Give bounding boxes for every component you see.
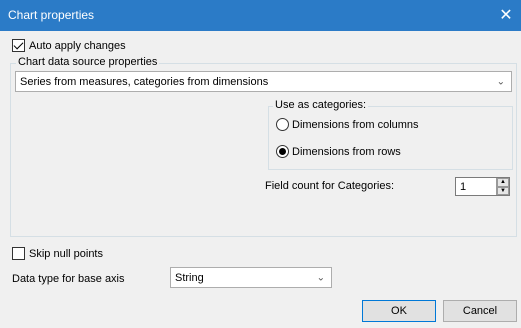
auto-apply-label: Auto apply changes bbox=[29, 39, 126, 52]
radio-circle[interactable] bbox=[276, 118, 289, 131]
radio-circle[interactable] bbox=[276, 145, 289, 158]
base-axis-label: Data type for base axis bbox=[12, 273, 125, 285]
close-icon[interactable]: ✕ bbox=[491, 0, 521, 31]
use-as-categories-group bbox=[268, 106, 513, 170]
field-count-value[interactable]: 1 bbox=[456, 181, 496, 193]
chevron-down-icon: ⌄ bbox=[496, 76, 505, 87]
spin-up-icon[interactable]: ▲ bbox=[497, 178, 509, 187]
auto-apply-checkbox[interactable]: Auto apply changes bbox=[12, 39, 126, 52]
base-axis-select[interactable]: String ⌄ bbox=[170, 267, 332, 288]
spinner-buttons[interactable]: ▲ ▼ bbox=[496, 178, 509, 195]
skip-null-label: Skip null points bbox=[29, 247, 103, 260]
title-bar: Chart properties ✕ bbox=[0, 0, 521, 31]
radio-label-rows: Dimensions from rows bbox=[292, 145, 401, 158]
radio-label-columns: Dimensions from columns bbox=[292, 118, 419, 131]
window-title: Chart properties bbox=[8, 8, 95, 22]
radio-dimensions-from-columns[interactable]: Dimensions from columns bbox=[276, 118, 419, 131]
ok-button[interactable]: OK bbox=[362, 300, 436, 322]
skip-null-checkbox[interactable]: Skip null points bbox=[12, 247, 103, 260]
radio-dimensions-from-rows[interactable]: Dimensions from rows bbox=[276, 145, 401, 158]
field-count-spinner[interactable]: 1 ▲ ▼ bbox=[455, 177, 510, 196]
field-count-label: Field count for Categories: bbox=[265, 180, 395, 192]
cancel-button[interactable]: Cancel bbox=[443, 300, 517, 322]
use-as-categories-label: Use as categories: bbox=[273, 99, 369, 111]
chevron-down-icon: ⌄ bbox=[316, 272, 325, 283]
base-axis-select-value: String bbox=[175, 271, 204, 284]
data-source-group-label: Chart data source properties bbox=[16, 56, 160, 68]
data-source-select-value: Series from measures, categories from di… bbox=[20, 75, 269, 88]
spin-down-icon[interactable]: ▼ bbox=[497, 186, 509, 195]
checkbox-box[interactable] bbox=[12, 247, 25, 260]
data-source-select[interactable]: Series from measures, categories from di… bbox=[15, 71, 512, 92]
checkbox-box[interactable] bbox=[12, 39, 25, 52]
